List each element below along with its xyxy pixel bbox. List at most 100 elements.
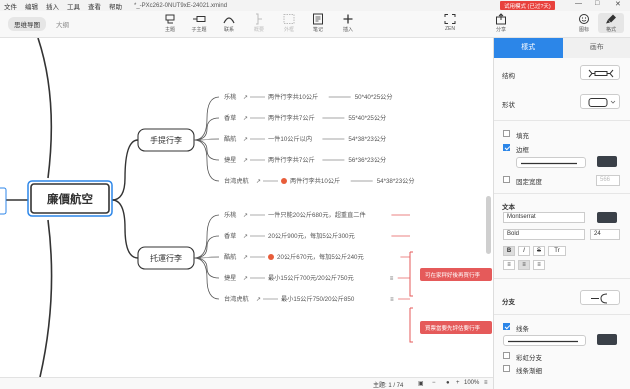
map-icon[interactable]: ▣	[418, 380, 424, 387]
link-icon[interactable]: ↗	[256, 179, 261, 185]
structure-label: 结构	[502, 73, 515, 80]
insert-button[interactable]: 插入	[335, 13, 361, 33]
zoom-slider[interactable]: ●	[446, 380, 450, 386]
align-right-button[interactable]: ≡	[533, 260, 545, 270]
insert-icon	[343, 14, 353, 24]
airline-label: 台湾虎航	[224, 295, 249, 303]
central-topic[interactable]: 廉價航空	[27, 180, 113, 217]
structure-dropdown[interactable]	[580, 65, 620, 80]
link-icon[interactable]: ↗	[243, 116, 248, 122]
leaf-row[interactable]: 捷星 ↗ 最小15公斤700元/20公斤750元 ≡	[193, 257, 410, 282]
format-button[interactable]: 格式	[598, 13, 624, 33]
callout-weigh-at-home[interactable]: 可在家秤好後再買行李	[409, 251, 492, 297]
topic-count: 主題: 1 / 74	[373, 383, 404, 389]
zoom-in-icon[interactable]: +	[456, 380, 460, 386]
trial-badge[interactable]: 试用模式 (已过?天)	[500, 1, 555, 10]
topic-icon	[165, 14, 175, 24]
leaf-row[interactable]: 酷航 ↗ 一件10公斤以内 54*38*23公分	[193, 135, 386, 143]
callout-plan-luggage[interactable]: 買票當要先評估要行李	[409, 307, 492, 343]
link-icon[interactable]: ↗	[243, 276, 248, 282]
format-panel: 樣式 画布 结构 形状 填充 边框 固定宽度 566 文本 Montserrat…	[493, 38, 630, 389]
fill-checkbox[interactable]	[503, 130, 510, 137]
subtopic-icon	[193, 16, 206, 22]
branch-style-dropdown[interactable]	[580, 290, 620, 305]
bold-toggle[interactable]: B	[503, 246, 515, 256]
text-case-toggle[interactable]: Tr	[548, 246, 566, 256]
menu-help[interactable]: 帮助	[105, 1, 126, 11]
link-icon[interactable]: ↗	[256, 297, 261, 303]
strikethrough-toggle[interactable]: S	[533, 246, 545, 256]
mindmap-canvas[interactable]: 廉價航空 手提行李 托運行李 乐桃 ↗ 两件行李共10公斤 50*40*25公分 香草 ↗…	[0, 38, 493, 377]
leaf-row[interactable]: 捷星 ↗ 两件行李共7公斤 56*36*23公分	[193, 139, 386, 164]
align-center-button[interactable]: ≡	[518, 260, 530, 270]
border-color-swatch[interactable]	[597, 156, 617, 167]
tab-style[interactable]: 樣式	[494, 38, 563, 58]
font-size-select[interactable]: 24	[590, 229, 620, 240]
note-button[interactable]: 笔记	[305, 13, 331, 33]
central-topic-label: 廉價航空	[47, 192, 93, 206]
minimize-button[interactable]: —	[575, 0, 582, 7]
link-icon[interactable]: ↗	[243, 213, 248, 219]
size-label: 54*38*23公分	[377, 177, 415, 185]
branch-checked[interactable]: 托運行李	[137, 246, 195, 270]
topic-button[interactable]: 主题	[157, 13, 183, 33]
link-icon[interactable]: ↗	[243, 137, 248, 143]
relationship-icon	[223, 17, 235, 24]
connector-central-carryon	[111, 139, 139, 201]
subtopic-button[interactable]: 子主题	[186, 13, 212, 33]
font-weight-select[interactable]: Bold	[503, 229, 585, 240]
tab-outline[interactable]: 大纲	[50, 17, 75, 31]
offscreen-topic[interactable]	[0, 187, 7, 215]
line-color-swatch[interactable]	[597, 334, 617, 345]
tab-mindmap[interactable]: 思维导图	[8, 17, 46, 31]
fill-label: 填充	[516, 133, 529, 140]
italic-toggle[interactable]: I	[518, 246, 530, 256]
line-style-dropdown[interactable]	[503, 335, 586, 346]
border-style-dropdown[interactable]	[516, 157, 586, 168]
menu-edit[interactable]: 编辑	[21, 1, 42, 11]
zoom-level[interactable]: 100%	[464, 380, 479, 386]
menu-file[interactable]: 文件	[0, 1, 21, 11]
menu-view[interactable]: 查看	[84, 1, 105, 11]
airline-label: 捷星	[224, 274, 236, 282]
link-icon[interactable]: ↗	[243, 234, 248, 240]
rainbow-checkbox[interactable]	[503, 352, 510, 359]
boundary-button[interactable]: 外框	[276, 13, 302, 33]
link-icon[interactable]: ↗	[243, 95, 248, 101]
fixed-width-checkbox[interactable]	[503, 176, 510, 183]
rainbow-label: 彩虹分支	[516, 355, 542, 362]
leaf-connector	[193, 235, 220, 259]
boundary-icon	[283, 14, 295, 24]
maximize-button[interactable]: □	[595, 0, 599, 7]
tapered-checkbox[interactable]	[503, 365, 510, 372]
zoom-out-icon[interactable]: −	[432, 380, 436, 386]
share-button[interactable]: 分享	[488, 13, 514, 33]
summary-button[interactable]: 概要	[246, 13, 272, 33]
link-icon[interactable]: ↗	[243, 255, 248, 261]
divider	[494, 278, 630, 279]
font-family-select[interactable]: Montserrat	[503, 212, 585, 223]
note-icon[interactable]: ≡	[390, 276, 394, 282]
note-icon[interactable]: ≡	[390, 297, 394, 303]
branch-carryon[interactable]: 手提行李	[137, 128, 195, 152]
border-checkbox[interactable]	[503, 144, 510, 151]
menu-insert[interactable]: 插入	[42, 1, 63, 11]
line-checkbox[interactable]	[503, 323, 510, 330]
vertical-scrollbar[interactable]	[486, 196, 491, 254]
menu-tools[interactable]: 工具	[63, 1, 84, 11]
zen-button[interactable]: ZEN	[437, 13, 463, 32]
sticker-button[interactable]: 图标	[571, 13, 597, 33]
rule-label: 一件10公斤以内	[268, 135, 312, 143]
text-color-swatch[interactable]	[597, 212, 617, 223]
share-icon	[496, 13, 506, 25]
fixed-width-input[interactable]: 566	[596, 175, 620, 186]
tab-canvas[interactable]: 画布	[562, 38, 630, 58]
fit-icon[interactable]: ≡	[484, 380, 488, 386]
shape-dropdown[interactable]	[580, 94, 620, 109]
close-button[interactable]: ✕	[615, 0, 621, 8]
align-left-button[interactable]: ≡	[503, 260, 515, 270]
leaf-row[interactable]: 酷航 ↗ 20公斤670元，每加5公斤240元	[193, 253, 410, 261]
link-icon[interactable]: ↗	[243, 158, 248, 164]
relationship-button[interactable]: 联系	[216, 13, 242, 33]
shape-label: 形状	[502, 102, 515, 109]
